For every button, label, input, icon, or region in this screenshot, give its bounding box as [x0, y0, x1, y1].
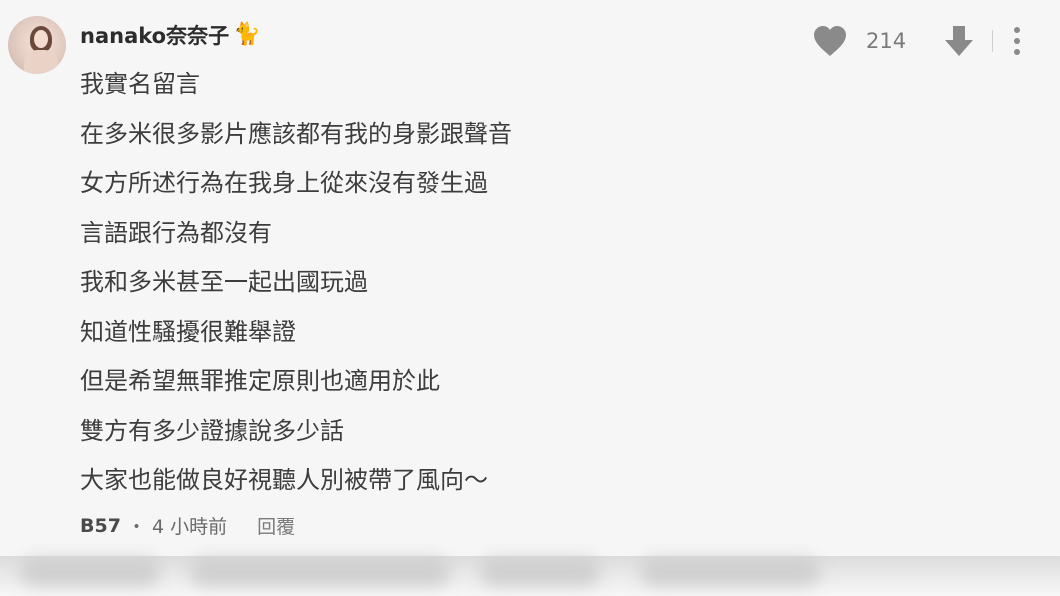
- blurred-shape: [640, 558, 820, 586]
- comment-line: 雙方有多少證據說多少話: [80, 416, 344, 445]
- heart-icon[interactable]: [812, 24, 848, 58]
- comment-line: 言語跟行為都沒有: [80, 218, 272, 247]
- cat-emoji-icon: 🐈: [233, 22, 261, 47]
- blurred-shape: [190, 558, 450, 586]
- actions-divider: [992, 30, 994, 52]
- comment-card: nanako奈奈子 🐈 我實名留言 在多米很多影片應該都有我的身影跟聲音 女方所…: [0, 0, 1060, 556]
- comment-author[interactable]: nanako奈奈子 🐈: [80, 20, 260, 50]
- comment-line: 但是希望無罪推定原則也適用於此: [80, 367, 440, 395]
- more-vertical-icon[interactable]: [1013, 24, 1021, 58]
- reply-button[interactable]: 回覆: [257, 512, 295, 539]
- comment-line: 我實名留言: [80, 70, 200, 98]
- author-code: B57: [80, 514, 121, 537]
- avatar[interactable]: [8, 16, 66, 74]
- avatar-body: [24, 50, 58, 74]
- author-name[interactable]: nanako奈奈子: [80, 20, 229, 50]
- comment-actions: 214: [812, 22, 1021, 60]
- like-count: 214: [866, 29, 907, 53]
- comment-line: 在多米很多影片應該都有我的身影跟聲音: [80, 119, 512, 148]
- avatar-face: [34, 30, 48, 48]
- comment-time: 4 小時前: [151, 516, 228, 538]
- comment-line: 女方所述行為在我身上從來沒有發生過: [80, 169, 488, 197]
- blurred-next-comment: [0, 556, 1060, 596]
- comment-line: 知道性騷擾很難舉證: [80, 317, 296, 346]
- comment-meta: B57 ・ 4 小時前 回覆: [80, 512, 295, 539]
- comment-line: 大家也能做良好視聽人別被帶了風向～: [80, 466, 488, 494]
- down-arrow-icon[interactable]: [944, 24, 974, 58]
- meta-separator: ・: [126, 516, 146, 538]
- comment-line: 我和多米甚至一起出國玩過: [80, 268, 368, 296]
- blurred-shape: [20, 558, 160, 586]
- blurred-shape: [480, 558, 600, 586]
- comment-body: 我實名留言 在多米很多影片應該都有我的身影跟聲音 女方所述行為在我身上從來沒有發…: [80, 64, 512, 510]
